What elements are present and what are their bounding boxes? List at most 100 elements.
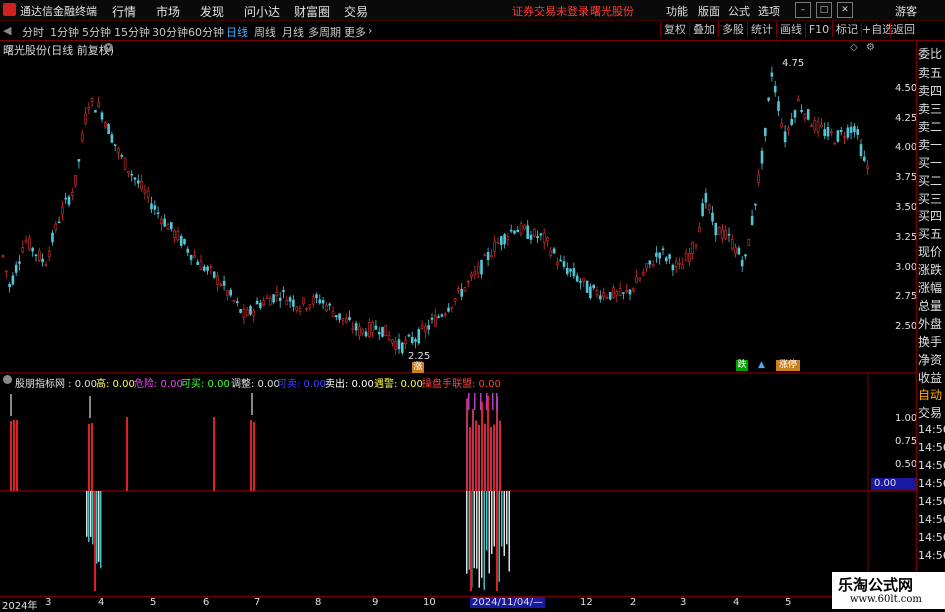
candle-body [688,252,691,262]
quote-change[interactable]: 涨跌 [918,261,942,278]
quote-sell5[interactable]: 卖五 [918,64,942,81]
quote-buy3[interactable]: 买三 [918,190,942,207]
more-chevron-icon[interactable]: › [368,24,372,37]
candle-body [595,290,599,296]
user-label[interactable]: 游客 [895,3,917,19]
candle-body [146,190,150,198]
candle-body [377,331,381,335]
toolbar-biaoji[interactable]: 标记 [832,22,861,37]
badge-zhangting[interactable]: 涨停 [776,360,800,371]
candle-body [460,289,464,297]
indicator-bar [250,420,252,491]
period-5min[interactable]: 5分钟 [82,24,111,40]
chart-area[interactable] [0,40,916,597]
toolbar-fuquan[interactable]: 复权 [660,22,689,37]
candle-body [592,284,596,289]
indicator-bar [16,420,18,491]
quote-outer[interactable]: 外盘 [918,315,942,332]
period-fenshi[interactable]: 分时 [22,24,44,40]
menu-jiaoyi[interactable]: 交易 [344,3,368,20]
quote-sell2[interactable]: 卖二 [918,118,942,135]
close-icon[interactable]: ✕ [837,2,853,18]
candle-body [24,239,28,243]
indicator-bar [469,427,471,491]
candle-body [549,250,553,256]
indicator-menu-icon[interactable] [3,375,12,384]
period-60min[interactable]: 60分钟 [188,24,224,40]
candle-body [839,129,843,133]
period-1min[interactable]: 1分钟 [50,24,79,40]
quote-price[interactable]: 现价 [918,243,942,260]
menu-caifuquan[interactable]: 财富圈 [294,3,330,20]
menu-shichang[interactable]: 市场 [156,3,180,20]
badge-zhang[interactable]: 涨 [412,362,424,373]
indicator-bar [251,393,253,415]
minimize-icon[interactable]: – [795,2,811,18]
trade-label[interactable]: 交易 [918,404,942,421]
candle-body [466,280,470,283]
candle-body [420,325,424,329]
candle-body [14,264,18,273]
candle-body [569,268,572,272]
candle-body [546,237,549,242]
quote-buy4[interactable]: 买四 [918,207,942,224]
toolbar-huaxian[interactable]: 画线 [776,22,805,37]
toolbar-diejia[interactable]: 叠加 [689,22,718,37]
candle-body [661,248,665,251]
period-15min[interactable]: 15分钟 [114,24,150,40]
time-item: 14:56 [918,513,945,526]
quote-sell1[interactable]: 卖一 [918,136,942,153]
candle-body [427,325,431,330]
quote-sell3[interactable]: 卖三 [918,100,942,117]
date-tick: 3 [45,597,52,608]
period-30min[interactable]: 30分钟 [152,24,188,40]
candle-body [387,334,391,341]
toolbar-f10[interactable]: F10 [805,22,832,37]
quote-volume[interactable]: 总量 [918,297,942,314]
menu-hangqing[interactable]: 行情 [112,3,136,20]
menu-gongshi[interactable]: 公式 [728,3,750,19]
quote-buy1[interactable]: 买一 [918,154,942,171]
quote-sell4[interactable]: 卖四 [918,82,942,99]
toolbar-duogu[interactable]: 多股 [718,22,747,37]
menu-faxian[interactable]: 发现 [200,3,224,20]
quote-netasset[interactable]: 净资 [918,351,942,368]
quote-change-pct[interactable]: 涨幅 [918,279,942,296]
price-tick: 3.25 [895,232,918,243]
toolbar-tongji[interactable]: 统计 [747,22,776,37]
period-month[interactable]: 月线 [282,24,304,40]
quote-buy5[interactable]: 买五 [918,225,942,242]
menu-xuanxiang[interactable]: 选项 [758,3,780,19]
quote-turnover[interactable]: 换手 [918,333,942,350]
period-more[interactable]: 更多 [344,24,366,40]
quote-buy2[interactable]: 买二 [918,172,942,189]
menu-gongneng[interactable]: 功能 [666,3,688,19]
candle-body [358,326,361,337]
quote-weibi[interactable]: 委比 [918,45,942,62]
indicator-bar [506,491,508,545]
candle-body [820,124,823,128]
watermark-text: 乐淘公式网 [838,576,914,594]
candle-body [562,261,566,267]
badge-die[interactable]: 跌 [736,360,748,371]
candle-body [51,232,54,243]
toolbar-back[interactable]: 返回 [890,22,917,37]
toolbar-add-watch[interactable]: +自选 [861,22,893,37]
candle-body [110,134,114,143]
candle-body [608,291,612,300]
menu-wenxiaoda[interactable]: 问小达 [244,3,280,20]
period-multi[interactable]: 多周期 [308,24,341,40]
auto-trade-label[interactable]: 自动 [918,386,942,403]
period-day[interactable]: 日线 [226,24,248,40]
candle-body [704,193,708,203]
quote-earning[interactable]: 收益 [918,369,942,386]
period-week[interactable]: 周线 [254,24,276,40]
nav-back-icon[interactable]: ◀ [3,24,11,37]
candle-body [470,273,473,277]
indicator-caopanshou: 操盘手联盟: 0.00 [422,379,501,390]
menu-banmian[interactable]: 版面 [698,3,720,19]
indicator-bar [98,491,100,562]
login-warning[interactable]: 证券交易未登录 [512,3,589,19]
restore-icon[interactable]: □ [816,2,832,18]
candle-body [249,306,252,315]
